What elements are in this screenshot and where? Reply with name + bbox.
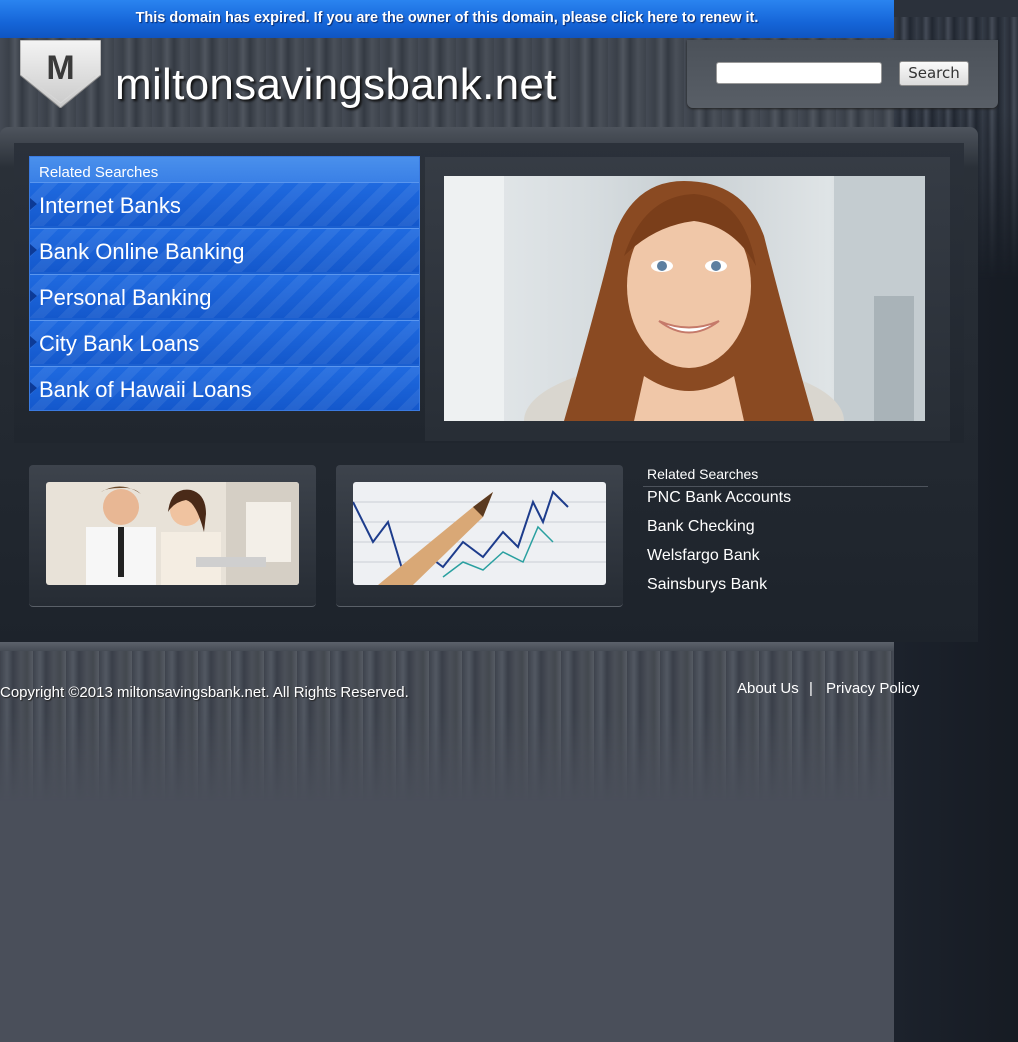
related-link-label[interactable]: Bank of Hawaii Loans	[39, 377, 252, 403]
search-button[interactable]: Search	[899, 61, 969, 86]
footer-texture	[0, 651, 894, 801]
triangle-right-icon	[30, 336, 37, 348]
footer-separator: |	[809, 680, 813, 697]
copyright-text: Copyright ©2013 miltonsavingsbank.net. A…	[0, 684, 409, 701]
related-link-city-bank-loans[interactable]: City Bank Loans	[30, 320, 419, 364]
triangle-right-icon	[30, 290, 37, 302]
side-related-divider	[643, 486, 928, 487]
related-link-label[interactable]: Bank Online Banking	[39, 239, 244, 265]
chart-pencil-photo	[353, 482, 606, 585]
related-searches-header: Related Searches	[30, 157, 419, 182]
hero-photo-woman	[444, 176, 925, 421]
side-link-bank-checking[interactable]: Bank Checking	[647, 518, 755, 536]
related-link-bank-online-banking[interactable]: Bank Online Banking	[30, 228, 419, 272]
triangle-right-icon	[30, 198, 37, 210]
domain-expired-banner[interactable]: This domain has expired. If you are the …	[0, 0, 894, 38]
related-link-internet-banks[interactable]: Internet Banks	[30, 182, 419, 226]
logo-letter: M	[46, 49, 74, 87]
thumb-frame-2	[336, 465, 623, 607]
side-link-welsfargo-bank[interactable]: Welsfargo Bank	[647, 547, 760, 565]
related-link-bank-of-hawaii-loans[interactable]: Bank of Hawaii Loans	[30, 366, 419, 410]
site-title: miltonsavingsbank.net	[115, 60, 557, 109]
logo: M	[19, 39, 102, 109]
related-searches-title: Related Searches	[39, 164, 159, 181]
thumb-office-people-image	[46, 482, 299, 585]
shield-m-icon: M	[19, 39, 102, 109]
related-link-label[interactable]: Personal Banking	[39, 285, 211, 311]
banner-right-cap	[894, 0, 1018, 17]
privacy-policy-link[interactable]: Privacy Policy	[826, 680, 919, 697]
side-link-pnc-bank-accounts[interactable]: PNC Bank Accounts	[647, 489, 791, 507]
footer-top-bar	[0, 642, 894, 651]
related-link-personal-banking[interactable]: Personal Banking	[30, 274, 419, 318]
related-searches-box: Related Searches Internet Banks Bank Onl…	[29, 156, 420, 411]
domain-expired-text[interactable]: This domain has expired. If you are the …	[136, 10, 759, 26]
related-link-label[interactable]: City Bank Loans	[39, 331, 199, 357]
office-people-photo	[46, 482, 299, 585]
thumb-chart-pencil-image	[353, 482, 606, 585]
woman-portrait-image	[444, 176, 925, 421]
triangle-right-icon	[30, 382, 37, 394]
triangle-right-icon	[30, 244, 37, 256]
search-input[interactable]	[716, 62, 882, 84]
related-link-label[interactable]: Internet Banks	[39, 193, 181, 219]
thumb-frame-1	[29, 465, 316, 607]
search-box: Search	[687, 40, 998, 108]
side-link-sainsburys-bank[interactable]: Sainsburys Bank	[647, 576, 767, 594]
about-us-link[interactable]: About Us	[737, 680, 799, 697]
side-related-searches-title: Related Searches	[647, 466, 759, 482]
